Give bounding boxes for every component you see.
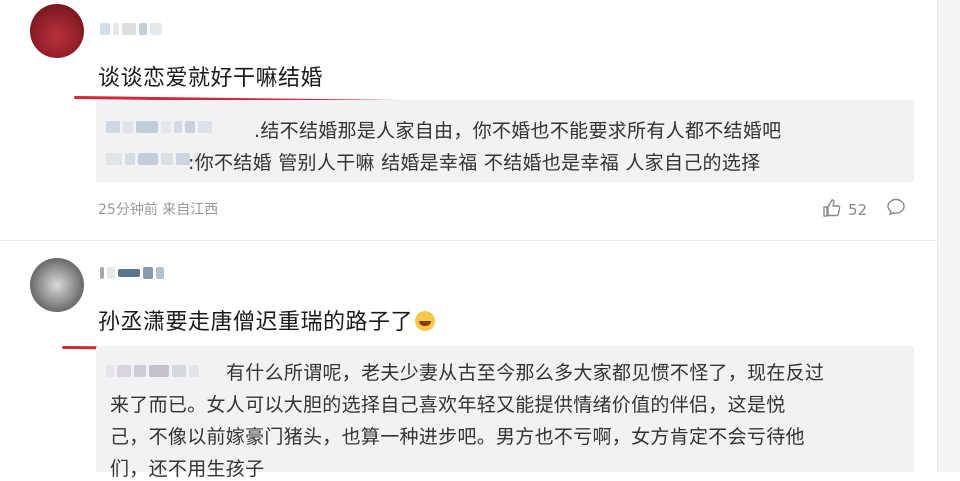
comment-text: 谈谈恋爱就好干嘛结婚	[98, 66, 324, 91]
reply-username-blurred[interactable]	[106, 364, 199, 378]
like-count: 52	[848, 201, 868, 219]
laughing-emoji-icon	[415, 311, 436, 331]
page-scrollbar[interactable]	[937, 0, 960, 472]
reply-button[interactable]	[886, 197, 906, 221]
comment-bubble-icon	[886, 197, 906, 221]
reply-text-line: 有什么所谓呢，老夫少妻从古至今那么多大家都见惯不怪了，现在反过	[226, 362, 825, 384]
comment-divider	[0, 240, 938, 241]
comment-meta-time-location: 25分钟前 来自江西	[98, 202, 219, 218]
thumbs-up-icon	[822, 198, 842, 222]
user-avatar[interactable]	[30, 4, 84, 58]
reply-text: .结不结婚那是人家自由，你不婚也不能要求所有人都不结婚吧	[254, 120, 782, 142]
reply-box: .结不结婚那是人家自由，你不婚也不能要求所有人都不结婚吧 :你不结婚 管别人干嘛…	[96, 100, 914, 182]
reply-text: :你不结婚 管别人干嘛 结婚是幸福 不结婚也是幸福 人家自己的选择	[188, 152, 761, 174]
reply-username-blurred[interactable]	[106, 120, 212, 134]
comment-text-content: 孙丞潇要走唐僧迟重瑞的路子了	[98, 310, 414, 335]
reply-text-line: 们，还不用生孩子	[110, 458, 265, 480]
reply-text-line: 己，不像以前嫁豪门猪头，也算一种进步吧。男方也不亏啊，女方肯定不会亏待他	[110, 426, 805, 448]
username-blurred[interactable]	[100, 266, 164, 280]
reply-box: 有什么所谓呢，老夫少妻从古至今那么多大家都见惯不怪了，现在反过 来了而已。女人可…	[96, 346, 914, 480]
comment-text: 孙丞潇要走唐僧迟重瑞的路子了	[98, 304, 436, 336]
user-avatar[interactable]	[30, 258, 84, 312]
reply-text-line: 来了而已。女人可以大胆的选择自己喜欢年轻又能提供情绪价值的伴侣，这是悦	[110, 394, 786, 416]
like-button[interactable]: 52	[822, 198, 867, 222]
reply-username-blurred[interactable]	[106, 152, 201, 166]
username-blurred[interactable]	[100, 22, 162, 36]
